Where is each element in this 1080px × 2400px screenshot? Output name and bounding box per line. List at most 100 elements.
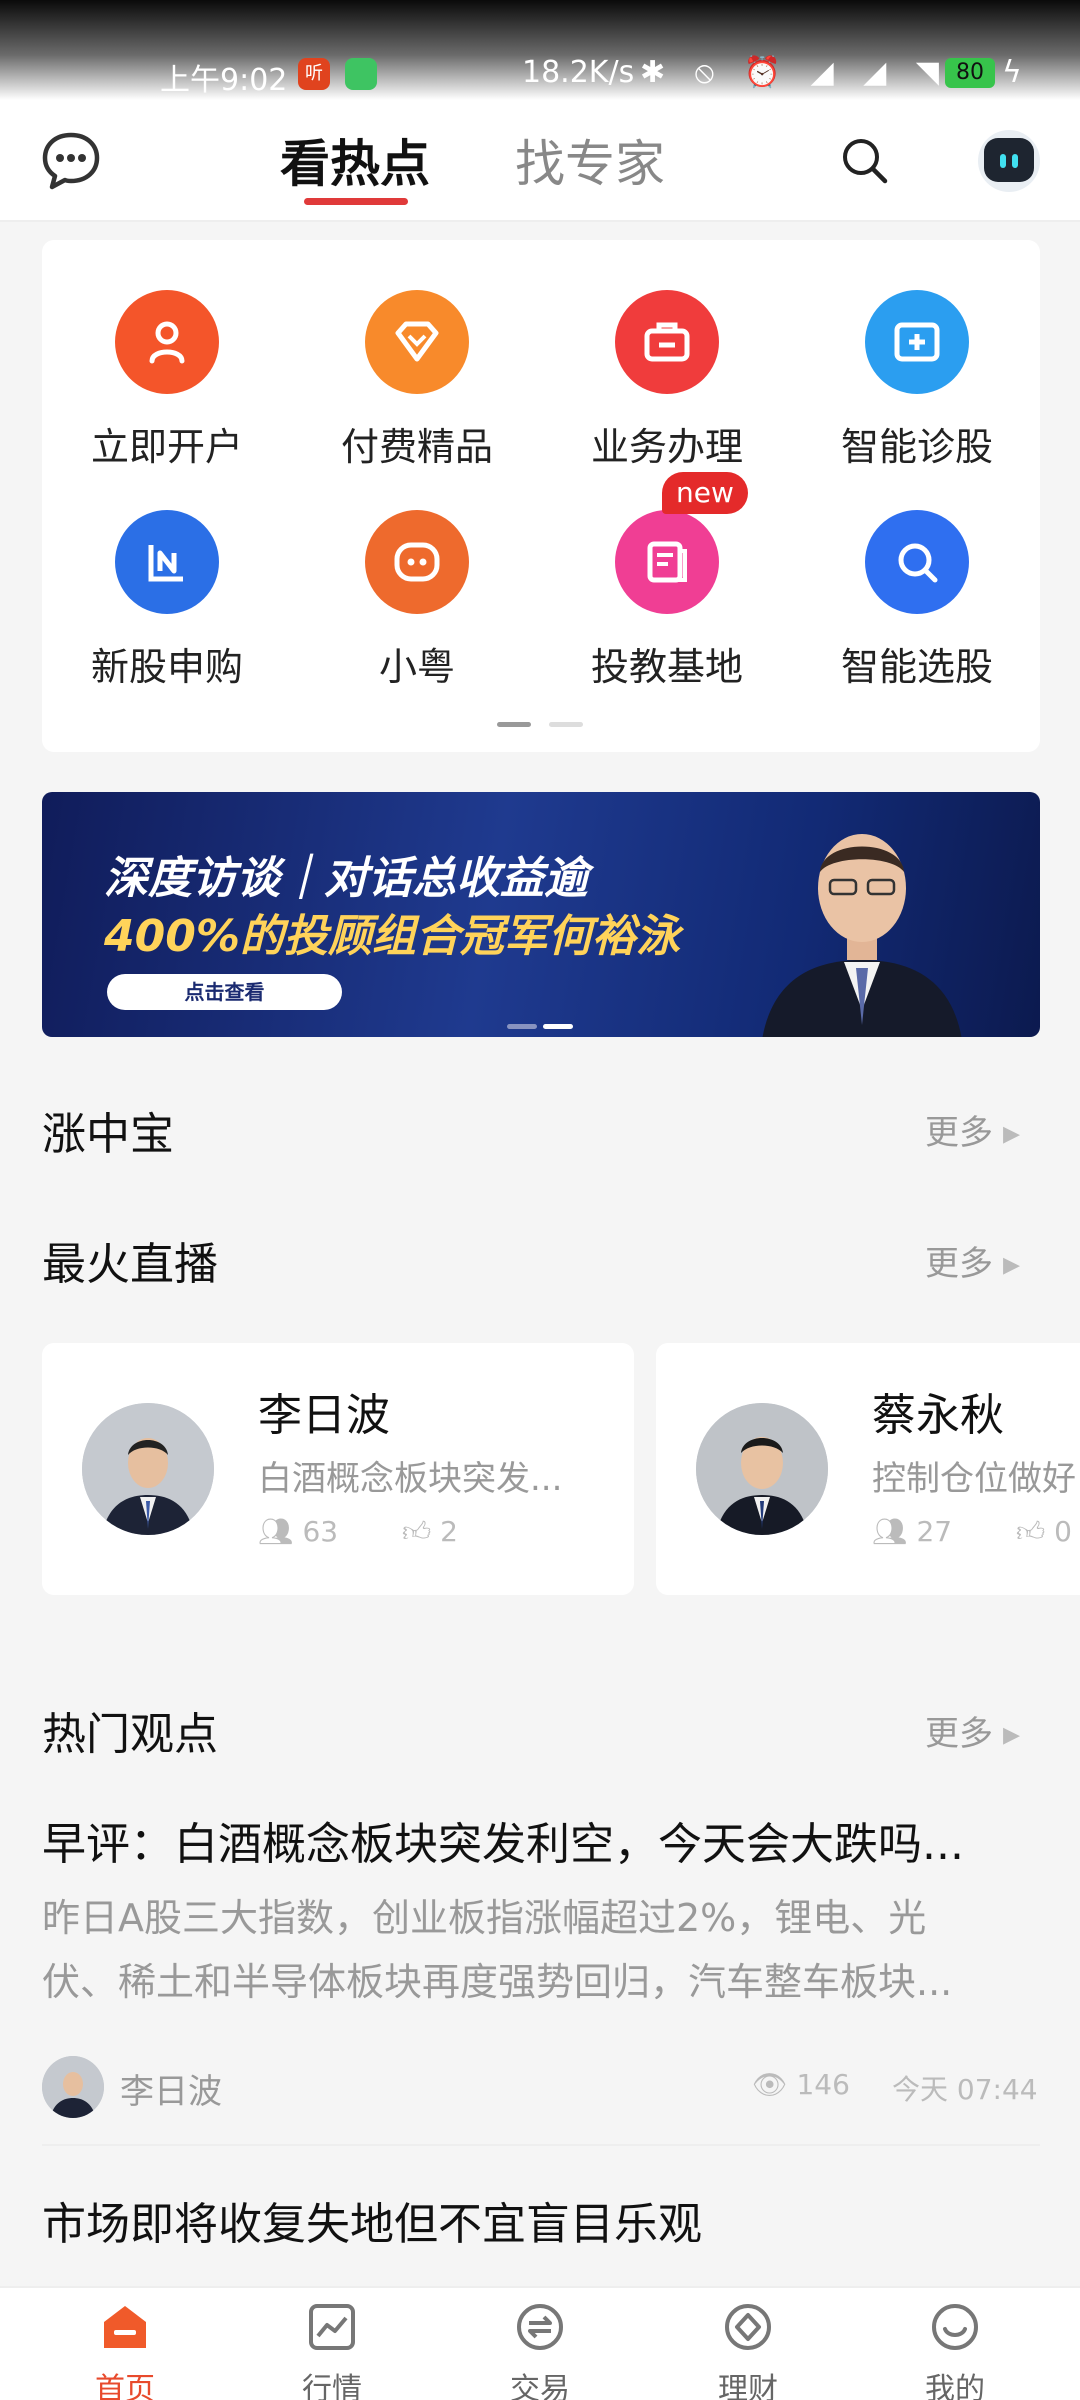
article-summary-line: 昨日A股三大指数，创业板指涨幅超过2%，锂电、光: [42, 1896, 927, 1940]
banner-cta-button[interactable]: 点击查看: [107, 974, 342, 1010]
entry-label: 智能选股: [840, 645, 993, 689]
status-time: 上午9:02: [160, 63, 288, 98]
entry-premium[interactable]: 付费精品: [292, 290, 542, 471]
chevron-right-icon: ▸: [1003, 1244, 1021, 1284]
tab-find-expert[interactable]: 找专家: [515, 124, 665, 196]
user-icon: [115, 290, 219, 394]
active-tab-indicator: [304, 198, 408, 205]
publish-time: 今天 07:44: [892, 2073, 1038, 2106]
quick-entry-card: 立即开户 付费精品 业务办理 智能诊股 新股申购 小粤 投教基地 智能选股 ne…: [42, 240, 1040, 752]
entry-label: 投教基地: [590, 645, 743, 689]
robot-face-icon: [365, 510, 469, 614]
host-name: 李日波: [258, 1390, 390, 1441]
book-icon: [615, 510, 719, 614]
nav-label: 交易: [510, 2372, 570, 2400]
nav-wealth[interactable]: 理财: [683, 2300, 813, 2400]
battery-icon: 80: [945, 58, 995, 88]
viewer-count-value: 63: [302, 1515, 339, 1548]
nav-label: 行情: [302, 2372, 362, 2400]
android-app-icon: [345, 58, 377, 90]
more-label: 更多: [925, 1714, 993, 1754]
more-link-live[interactable]: 更多 ▸: [925, 1236, 1020, 1285]
new-badge: new: [662, 472, 748, 514]
article-title[interactable]: 早评：白酒概念板块突发利空，今天会大跌吗...: [42, 1808, 1040, 1872]
eye-icon: 👁︎: [752, 2068, 788, 2101]
wealth-icon: [725, 2304, 771, 2350]
profile-smile-icon: [932, 2304, 978, 2350]
entry-education[interactable]: 投教基地: [542, 510, 792, 691]
like-count: 👍︎ 0: [1016, 1515, 1072, 1549]
avatar: [696, 1403, 828, 1535]
like-count: 👍︎ 2: [402, 1515, 458, 1549]
chevron-right-icon: ▸: [1003, 1113, 1021, 1153]
live-card[interactable]: 蔡永秋 控制仓位做好 👥︎ 27 👍︎ 0: [656, 1343, 1080, 1595]
page-indicator: [497, 712, 601, 731]
entry-smart-stock-pick[interactable]: 智能选股: [792, 510, 1042, 691]
banner-title: 深度访谈｜对话总收益逾: [104, 853, 588, 904]
nav-label: 我的: [925, 2372, 985, 2400]
more-link-views[interactable]: 更多 ▸: [925, 1706, 1020, 1755]
live-description: 白酒概念板块突发...: [258, 1459, 563, 1499]
exchange-icon: [517, 2304, 563, 2350]
more-label: 更多: [925, 1244, 993, 1284]
status-bar: 上午9:02 听 18.2K/s ✱ ⦸ ⏰ ◢ ◢ ◥ 80 ϟ: [0, 0, 1080, 100]
magnifier-icon: [865, 510, 969, 614]
banner-person-image: [762, 834, 962, 1037]
more-link-zhangzhongbao[interactable]: 更多 ▸: [925, 1105, 1020, 1154]
view-count-value: 146: [796, 2068, 850, 2101]
thumbs-up-icon: 👍︎: [402, 1515, 432, 1548]
section-title-zhangzhongbao: 涨中宝: [42, 1109, 174, 1160]
home-icon: [104, 2306, 146, 2348]
author-name[interactable]: 李日波: [120, 2064, 222, 2113]
charging-icon: ϟ: [1002, 55, 1022, 90]
chevron-right-icon: ▸: [1003, 1714, 1021, 1754]
viewer-count: 👥︎ 63: [258, 1515, 338, 1548]
banner-indicator: [507, 1014, 579, 1033]
nav-home[interactable]: 首页: [60, 2300, 190, 2400]
banner-subtitle: 400%的投顾组合冠军何裕泳: [104, 911, 680, 962]
entry-business[interactable]: 业务办理: [542, 290, 792, 471]
section-title-live: 最火直播: [42, 1239, 218, 1290]
search-icon[interactable]: [840, 136, 890, 186]
nav-market[interactable]: 行情: [267, 2300, 397, 2400]
viewer-count-value: 27: [916, 1515, 953, 1548]
entry-label: 付费精品: [340, 425, 493, 469]
article-meta: 李日波 👁︎ 146 今天 07:44: [42, 2052, 1040, 2122]
top-nav: 看热点 找专家: [0, 100, 1080, 222]
author-avatar: [42, 2056, 104, 2118]
entry-label: 立即开户: [90, 425, 243, 469]
nav-label: 首页: [95, 2372, 155, 2400]
nav-label: 理财: [718, 2372, 778, 2400]
ipo-icon: [115, 510, 219, 614]
chat-bubble-icon[interactable]: [40, 130, 102, 192]
robot-assistant-icon[interactable]: [978, 130, 1040, 192]
promo-banner[interactable]: 深度访谈｜对话总收益逾 400%的投顾组合冠军何裕泳 点击查看: [42, 792, 1040, 1037]
nav-trade[interactable]: 交易: [475, 2300, 605, 2400]
entry-label: 业务办理: [590, 425, 743, 469]
viewer-count: 👥︎ 27: [872, 1515, 952, 1548]
tab-hot-topics[interactable]: 看热点: [280, 124, 430, 196]
entry-open-account[interactable]: 立即开户: [42, 290, 292, 471]
entry-label: 智能诊股: [840, 425, 993, 469]
medical-kit-icon: [865, 290, 969, 394]
network-speed: 18.2K/s: [522, 55, 635, 90]
entry-stock-diagnosis[interactable]: 智能诊股: [792, 290, 1042, 471]
live-card[interactable]: 李日波 白酒概念板块突发... 👥︎ 63 👍︎ 2: [42, 1343, 634, 1595]
entry-ipo[interactable]: 新股申购: [42, 510, 292, 691]
article-summary-line: 伏、稀土和半导体板块再度强势回归，汽车整车板块...: [42, 1960, 953, 2004]
article-title[interactable]: 市场即将收复失地但不宜盲目乐观: [42, 2188, 1040, 2252]
host-name: 蔡永秋: [872, 1390, 1004, 1441]
like-count-value: 2: [440, 1515, 458, 1548]
people-icon: 👥︎: [872, 1515, 908, 1548]
entry-label: 小粤: [378, 645, 455, 689]
entry-xiaoyue[interactable]: 小粤: [292, 510, 542, 691]
article-summary[interactable]: 昨日A股三大指数，创业板指涨幅超过2%，锂电、光 伏、稀土和半导体板块再度强势回…: [42, 1886, 1040, 2028]
briefcase-icon: [615, 290, 719, 394]
people-icon: 👥︎: [258, 1515, 294, 1548]
divider: [42, 2144, 1040, 2146]
entry-label: 新股申购: [90, 645, 243, 689]
nav-mine[interactable]: 我的: [890, 2300, 1020, 2400]
view-count: 👁︎ 146: [752, 2068, 850, 2101]
avatar: [82, 1403, 214, 1535]
more-label: 更多: [925, 1113, 993, 1153]
